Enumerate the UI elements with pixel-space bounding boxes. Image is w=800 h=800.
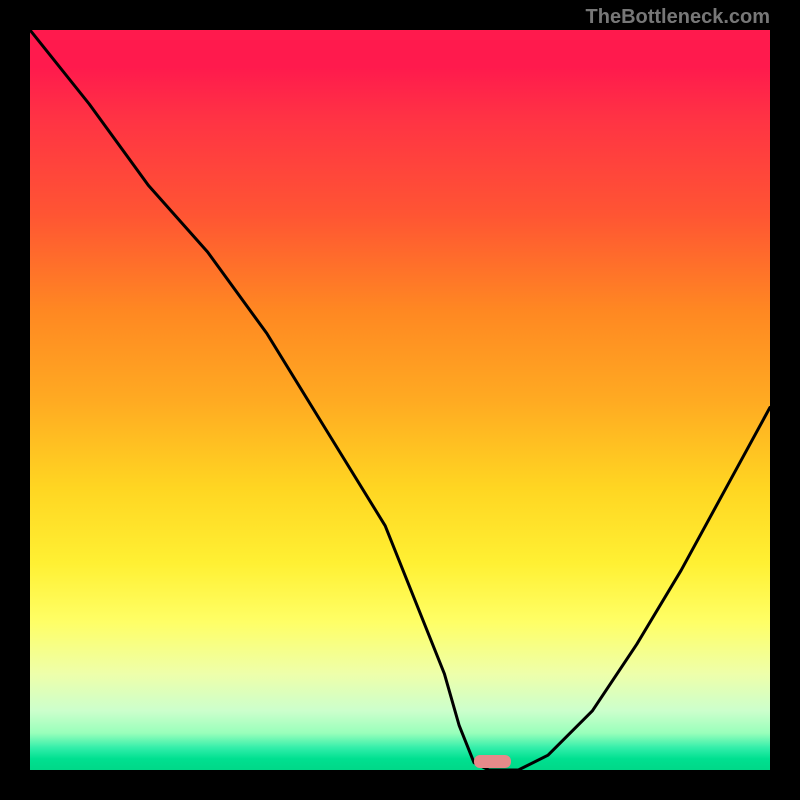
chart-container: TheBottleneck.com: [0, 0, 800, 800]
plot-area: [30, 30, 770, 770]
bottleneck-curve: [30, 30, 770, 770]
optimal-marker: [474, 755, 511, 768]
watermark-text: TheBottleneck.com: [586, 6, 770, 29]
